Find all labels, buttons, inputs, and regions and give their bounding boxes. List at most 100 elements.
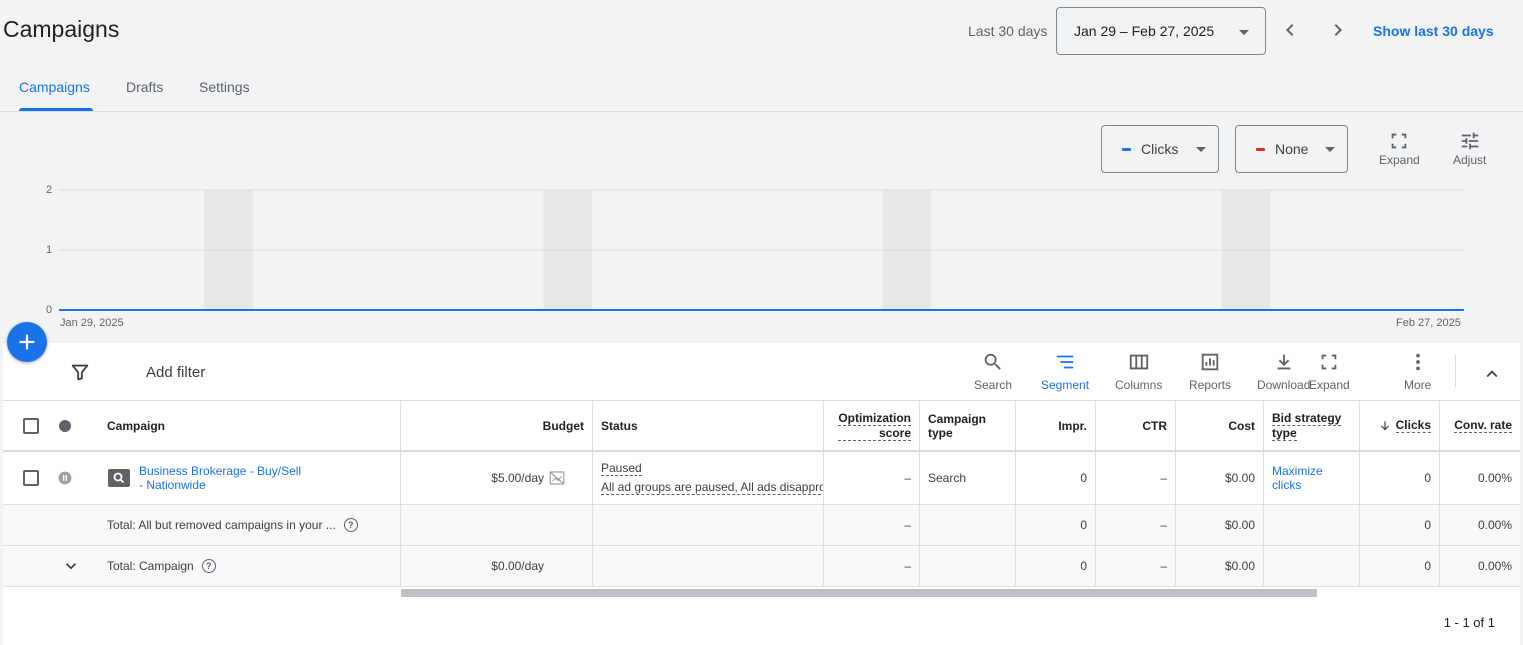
- total-all-opt-score: –: [904, 518, 911, 532]
- column-divider: [592, 505, 593, 545]
- reports-button[interactable]: Reports: [1189, 351, 1231, 392]
- chevron-down-icon: [66, 563, 76, 570]
- column-divider: [919, 546, 920, 586]
- column-divider: [1263, 546, 1264, 586]
- segment-button[interactable]: Segment: [1041, 351, 1089, 392]
- header-bid-strategy[interactable]: Bid strategy type: [1264, 401, 1359, 450]
- table-row: Business Brokerage - Buy/Sell - Nationwid…: [3, 452, 1520, 505]
- row-checkbox-cell: [23, 452, 39, 504]
- help-icon[interactable]: ?: [201, 559, 216, 573]
- header-status[interactable]: Status: [593, 401, 823, 450]
- download-icon: [1277, 354, 1291, 370]
- next-period-button[interactable]: [1326, 18, 1350, 42]
- expand-icon: [1322, 354, 1337, 370]
- previous-period-button[interactable]: [1278, 18, 1302, 42]
- total-all-clicks: 0: [1424, 518, 1431, 532]
- campaign-name-link[interactable]: Business Brokerage - Buy/Sell - Nationwid…: [139, 452, 339, 504]
- more-vert-icon: [1415, 353, 1420, 371]
- table-header-row: Campaign Budget Status Optimization score…: [3, 400, 1520, 452]
- total-campaign-cost: $0.00: [1224, 559, 1255, 573]
- reports-label: Reports: [1189, 378, 1232, 392]
- total-all-label: Total: All but removed campaigns in your…: [107, 518, 336, 532]
- metric-2-swatch: [1256, 147, 1265, 151]
- filter-icon: [71, 364, 89, 381]
- table-expand-button[interactable]: Expand: [1309, 351, 1350, 392]
- header-campaign[interactable]: Campaign: [107, 401, 165, 450]
- tab-drafts[interactable]: Drafts: [126, 79, 163, 95]
- add-filter-input[interactable]: Add filter: [146, 364, 205, 381]
- y-tick-label: 2: [46, 184, 53, 196]
- tune-icon: [1461, 132, 1478, 150]
- x-end-label: Feb 27, 2025: [1396, 317, 1461, 329]
- select-all-checkbox[interactable]: [23, 417, 39, 434]
- help-icon[interactable]: ?: [343, 518, 358, 532]
- header-clicks-label: Clicks: [1395, 418, 1431, 433]
- total-all-row: Total: All but removed campaigns in your…: [3, 505, 1520, 546]
- show-last-30-days-link[interactable]: Show last 30 days: [1373, 23, 1494, 39]
- more-button[interactable]: More: [1404, 351, 1431, 392]
- header-budget[interactable]: Budget: [401, 401, 592, 450]
- row-checkbox[interactable]: [23, 470, 39, 486]
- metric-1-swatch: [1122, 147, 1131, 151]
- download-button[interactable]: Download: [1257, 351, 1310, 392]
- clicks-cell: 0: [1424, 471, 1431, 485]
- collapse-button[interactable]: [1481, 363, 1503, 390]
- horizontal-scrollbar[interactable]: [401, 589, 1317, 597]
- table-expand-label: Expand: [1309, 378, 1350, 392]
- status-value: Paused: [601, 461, 642, 476]
- column-divider: [592, 546, 593, 586]
- cost-cell: $0.00: [1224, 471, 1255, 485]
- columns-button[interactable]: Columns: [1115, 351, 1162, 392]
- segment-icon: [1056, 355, 1074, 369]
- header-clicks[interactable]: Clicks: [1360, 401, 1439, 450]
- status-cell: Paused All ad groups are paused, All ads …: [593, 452, 823, 504]
- header-conv-rate[interactable]: Conv. rate: [1440, 401, 1520, 450]
- total-all-ctr: –: [1160, 518, 1167, 532]
- date-range-label: Last 30 days: [968, 23, 1048, 39]
- more-label: More: [1404, 378, 1432, 392]
- total-campaign-label: Total: Campaign: [107, 559, 194, 573]
- date-range-dropdown[interactable]: Jan 29 – Feb 27, 2025: [1056, 7, 1266, 55]
- chart-expand-label: Expand: [1379, 153, 1420, 167]
- page-title: Campaigns: [3, 16, 120, 42]
- paused-status-icon: [58, 471, 72, 485]
- status-detail[interactable]: All ad groups are paused, All ads disapp…: [601, 480, 823, 495]
- tab-campaigns[interactable]: Campaigns: [19, 79, 90, 95]
- arrow-down-icon: [1380, 420, 1389, 430]
- total-campaign-impr: 0: [1080, 559, 1087, 573]
- chart-expand-button[interactable]: Expand: [1379, 130, 1420, 167]
- tab-settings[interactable]: Settings: [199, 79, 250, 95]
- toolbar-divider: [1455, 355, 1456, 387]
- header-impr[interactable]: Impr.: [1016, 401, 1095, 450]
- bid-strategy-link[interactable]: Maximize clicks: [1264, 452, 1359, 504]
- create-campaign-button[interactable]: [7, 322, 47, 362]
- total-campaign-label-cell: Total: Campaign ?: [107, 546, 216, 586]
- search-campaign-icon: [108, 469, 130, 487]
- metric-1-dropdown[interactable]: Clicks: [1101, 125, 1219, 173]
- filter-button[interactable]: [69, 361, 91, 388]
- chart-adjust-button[interactable]: Adjust: [1453, 130, 1486, 167]
- opt-score-cell: –: [904, 471, 911, 485]
- chevron-down-icon: [1325, 147, 1335, 152]
- select-all-checkbox-cell: [23, 401, 39, 450]
- impr-cell: 0: [1080, 471, 1087, 485]
- columns-label: Columns: [1115, 378, 1163, 392]
- total-campaign-ctr: –: [1160, 559, 1167, 573]
- no-chart-icon[interactable]: [548, 469, 566, 487]
- column-divider: [919, 505, 920, 545]
- header-campaign-type[interactable]: Campaign type: [920, 401, 1015, 450]
- total-campaign-opt-score: –: [904, 559, 911, 573]
- chevron-right-icon: [1334, 24, 1342, 36]
- total-all-impr: 0: [1080, 518, 1087, 532]
- header-ctr[interactable]: CTR: [1096, 401, 1175, 450]
- header-conv-rate-label: Conv. rate: [1454, 418, 1512, 433]
- total-all-conv-rate: 0.00%: [1477, 518, 1512, 532]
- columns-icon: [1129, 354, 1148, 370]
- metric-2-dropdown[interactable]: None: [1235, 125, 1348, 173]
- search-button[interactable]: Search: [974, 351, 1012, 392]
- expand-total-button[interactable]: [61, 546, 81, 586]
- header-optimization-score[interactable]: Optimization score: [824, 401, 919, 450]
- reports-icon: [1201, 353, 1219, 371]
- header-cost[interactable]: Cost: [1176, 401, 1263, 450]
- status-dot-icon: [59, 419, 71, 432]
